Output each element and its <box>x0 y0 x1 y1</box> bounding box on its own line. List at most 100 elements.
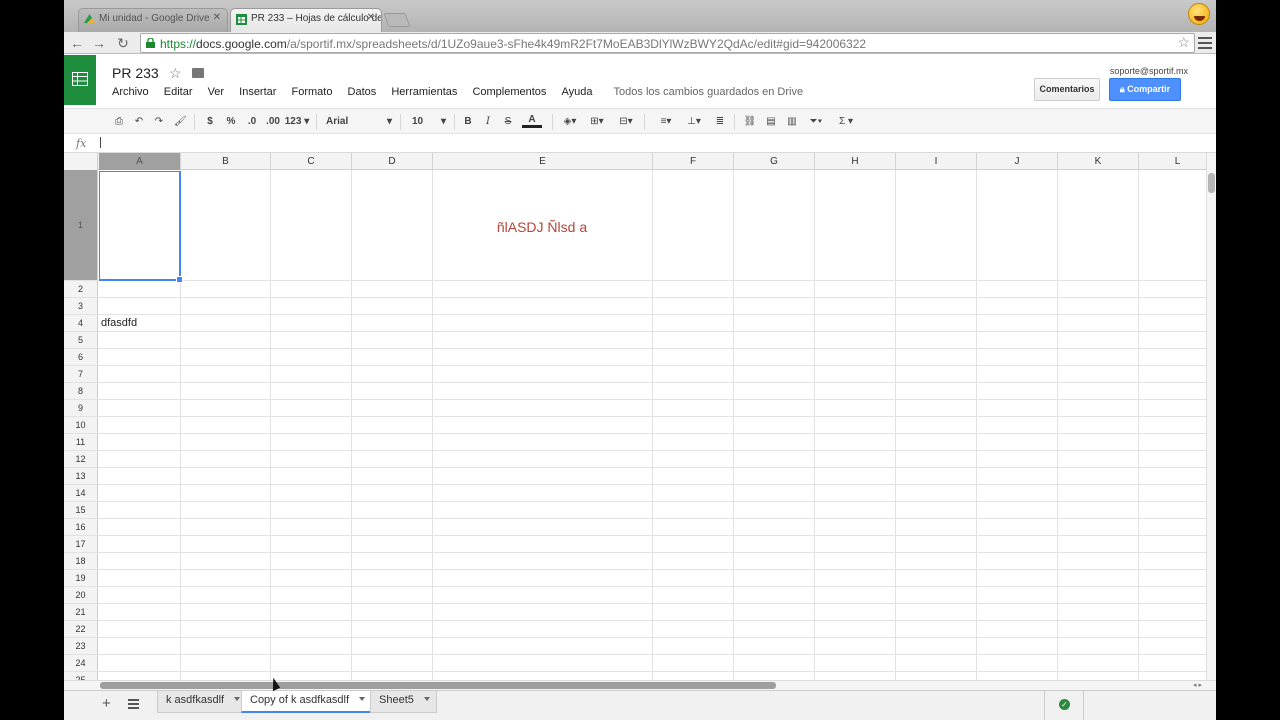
column-header-f[interactable]: F <box>653 153 734 170</box>
cell-b15[interactable] <box>181 502 271 518</box>
cell-b5[interactable] <box>181 332 271 348</box>
cell-c21[interactable] <box>271 604 352 620</box>
cell-f11[interactable] <box>653 434 734 450</box>
font-size-dropdown[interactable]: 10 ▾ <box>412 114 448 130</box>
cell-e5[interactable] <box>433 332 653 348</box>
strikethrough-button[interactable]: S <box>502 114 514 130</box>
close-icon[interactable]: ✕ <box>367 12 375 23</box>
cell-l12[interactable] <box>1139 451 1206 467</box>
cell-e9[interactable] <box>433 400 653 416</box>
cell-l15[interactable] <box>1139 502 1206 518</box>
cell-j20[interactable] <box>977 587 1058 603</box>
forward-arrow-icon[interactable]: → <box>90 34 108 52</box>
cell-i14[interactable] <box>896 485 977 501</box>
row-header[interactable]: 1 <box>64 170 98 280</box>
chevron-down-icon[interactable] <box>234 697 241 701</box>
cell-d14[interactable] <box>352 485 433 501</box>
cell-d18[interactable] <box>352 553 433 569</box>
cell-a21[interactable] <box>99 604 181 620</box>
cell-k5[interactable] <box>1058 332 1139 348</box>
cell-f17[interactable] <box>653 536 734 552</box>
chevron-down-icon[interactable] <box>423 697 430 701</box>
cell-j22[interactable] <box>977 621 1058 637</box>
cell-g19[interactable] <box>734 570 815 586</box>
cell-k7[interactable] <box>1058 366 1139 382</box>
cell-e11[interactable] <box>433 434 653 450</box>
url-bar[interactable]: https://docs.google.com/a/sportif.mx/spr… <box>140 33 1195 53</box>
cell-d7[interactable] <box>352 366 433 382</box>
cell-j8[interactable] <box>977 383 1058 399</box>
row-header[interactable]: 10 <box>64 417 98 433</box>
cell-i6[interactable] <box>896 349 977 365</box>
cell-h19[interactable] <box>815 570 896 586</box>
chart-icon[interactable]: ▥ <box>784 114 800 130</box>
cell-k11[interactable] <box>1058 434 1139 450</box>
column-header-d[interactable]: D <box>352 153 433 170</box>
cell-c19[interactable] <box>271 570 352 586</box>
cell-l9[interactable] <box>1139 400 1206 416</box>
cell-j7[interactable] <box>977 366 1058 382</box>
cell-k3[interactable] <box>1058 298 1139 314</box>
column-header-h[interactable]: H <box>815 153 896 170</box>
cell-b22[interactable] <box>181 621 271 637</box>
cell-e10[interactable] <box>433 417 653 433</box>
cell-k1[interactable] <box>1058 170 1139 280</box>
row-header[interactable]: 14 <box>64 485 98 501</box>
cell-c10[interactable] <box>271 417 352 433</box>
cell-l6[interactable] <box>1139 349 1206 365</box>
cell-d9[interactable] <box>352 400 433 416</box>
cell-h10[interactable] <box>815 417 896 433</box>
column-header-g[interactable]: G <box>734 153 815 170</box>
cell-c9[interactable] <box>271 400 352 416</box>
fill-color-icon[interactable]: ◈▾ <box>560 114 580 130</box>
cell-l2[interactable] <box>1139 281 1206 297</box>
column-header-k[interactable]: K <box>1058 153 1139 170</box>
cell-g2[interactable] <box>734 281 815 297</box>
cell-l4[interactable] <box>1139 315 1206 331</box>
cell-h17[interactable] <box>815 536 896 552</box>
cell-f24[interactable] <box>653 655 734 671</box>
cell-f16[interactable] <box>653 519 734 535</box>
merge-cells-icon[interactable]: ⊟▾ <box>614 114 638 130</box>
functions-icon[interactable]: Σ ▾ <box>834 114 858 130</box>
cell-l21[interactable] <box>1139 604 1206 620</box>
cell-a15[interactable] <box>99 502 181 518</box>
cell-a5[interactable] <box>99 332 181 348</box>
cell-j23[interactable] <box>977 638 1058 654</box>
horizontal-scrollbar[interactable]: ◂ ▸ <box>64 680 1216 690</box>
sheets-logo[interactable] <box>64 55 96 105</box>
cell-a9[interactable] <box>99 400 181 416</box>
cell-d8[interactable] <box>352 383 433 399</box>
cell-d17[interactable] <box>352 536 433 552</box>
cell-h6[interactable] <box>815 349 896 365</box>
cell-f25[interactable] <box>653 672 734 680</box>
cell-j5[interactable] <box>977 332 1058 348</box>
cell-e19[interactable] <box>433 570 653 586</box>
cell-a7[interactable] <box>99 366 181 382</box>
cell-j2[interactable] <box>977 281 1058 297</box>
cell-d25[interactable] <box>352 672 433 680</box>
filter-icon[interactable]: ⏷▾ <box>806 114 826 130</box>
cell-f22[interactable] <box>653 621 734 637</box>
cell-h22[interactable] <box>815 621 896 637</box>
cell-l19[interactable] <box>1139 570 1206 586</box>
cell-h4[interactable] <box>815 315 896 331</box>
cell-c24[interactable] <box>271 655 352 671</box>
cell-c11[interactable] <box>271 434 352 450</box>
cell-f2[interactable] <box>653 281 734 297</box>
cell-g24[interactable] <box>734 655 815 671</box>
column-header-e[interactable]: E <box>433 153 653 170</box>
cell-a4[interactable]: dfasdfd <box>99 315 181 331</box>
row-header[interactable]: 6 <box>64 349 98 365</box>
cell-a16[interactable] <box>99 519 181 535</box>
cell-b2[interactable] <box>181 281 271 297</box>
cell-g17[interactable] <box>734 536 815 552</box>
menu-complementos[interactable]: Complementos <box>472 86 546 98</box>
cell-h3[interactable] <box>815 298 896 314</box>
cell-h12[interactable] <box>815 451 896 467</box>
cell-c13[interactable] <box>271 468 352 484</box>
chevron-down-icon[interactable] <box>359 697 366 701</box>
cell-i19[interactable] <box>896 570 977 586</box>
cell-g20[interactable] <box>734 587 815 603</box>
cell-k15[interactable] <box>1058 502 1139 518</box>
